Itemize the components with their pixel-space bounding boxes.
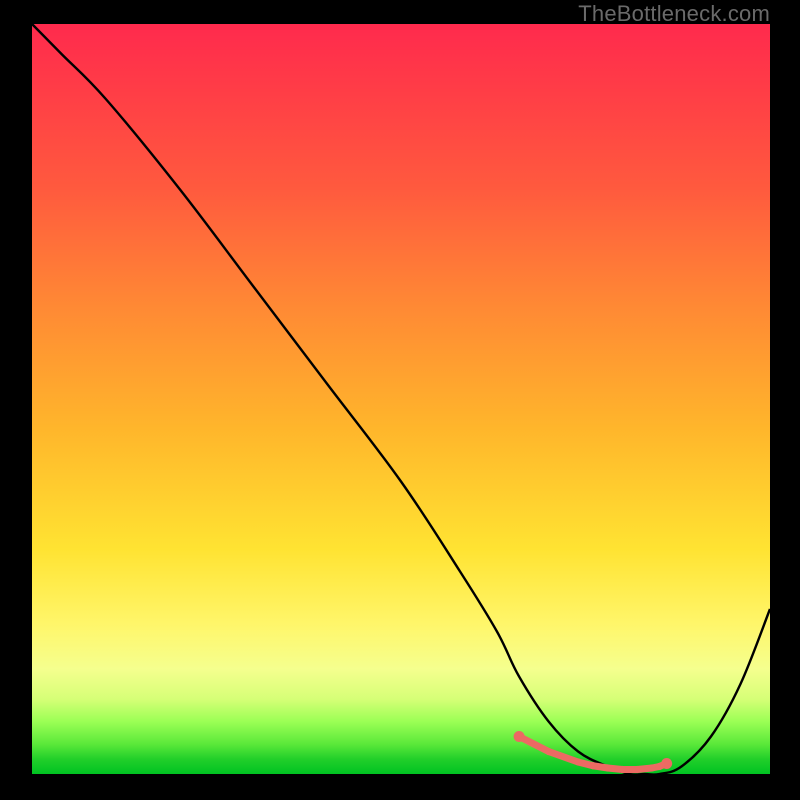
chart-stage: TheBottleneck.com: [0, 0, 800, 800]
bottleneck-curve: [32, 24, 770, 775]
best-range-highlight: [514, 731, 673, 773]
chart-svg: [32, 24, 770, 774]
plot-area: [32, 24, 770, 774]
